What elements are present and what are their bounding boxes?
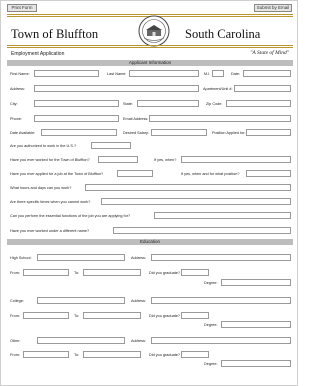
city-field[interactable] [34, 100, 119, 107]
motto: "A State of Mind" [250, 50, 289, 56]
hours-field[interactable] [85, 184, 291, 191]
high-school-address-field[interactable] [151, 254, 291, 261]
position-field[interactable] [246, 129, 291, 136]
state-title: South Carolina [185, 27, 261, 41]
date-available-label: Date Available: [10, 131, 36, 135]
date-available-field[interactable] [41, 129, 117, 136]
cannot-work-field[interactable] [101, 198, 291, 205]
cannot-work-label: Are there specific times when you cannot… [10, 200, 91, 204]
date-field[interactable] [243, 70, 291, 77]
zip-field[interactable] [226, 100, 291, 107]
high-school-graduate-label: Did you graduate? [149, 271, 181, 275]
desired-salary-field[interactable] [151, 129, 207, 136]
gold-rule-bottom-2 [7, 47, 293, 48]
apartment-label: Apartment/Unit #: [203, 87, 233, 91]
city-label: City: [10, 102, 18, 106]
date-label: Date: [231, 72, 241, 76]
applicant-section-header: Applicant Information [7, 60, 293, 66]
mi-label: M.I. [204, 72, 211, 76]
college-to-label: To: [74, 314, 80, 318]
college-degree-field[interactable] [221, 321, 291, 328]
other-name-label: Have you ever worked under a different n… [10, 229, 90, 233]
other-school-field[interactable] [37, 337, 125, 344]
college-degree-label: Degree: [204, 323, 218, 327]
other-school-label: Other: [10, 339, 21, 343]
other-to-label: To: [74, 353, 80, 357]
college-graduate-label: Did you graduate? [149, 314, 181, 318]
college-to-field[interactable] [83, 312, 141, 319]
other-degree-label: Degree: [204, 362, 218, 366]
high-school-from-field[interactable] [23, 269, 69, 276]
town-title: Town of Bluffton [11, 27, 99, 41]
applied-before-field[interactable] [117, 170, 153, 177]
college-from-label: From: [10, 314, 20, 318]
phone-label: Phone: [10, 117, 23, 121]
college-from-field[interactable] [23, 312, 69, 319]
other-graduate-field[interactable] [181, 351, 209, 358]
essential-field[interactable] [154, 212, 291, 219]
last-name-field[interactable] [129, 70, 199, 77]
high-school-graduate-field[interactable] [181, 269, 209, 276]
education-section-header: Education [7, 239, 293, 245]
high-school-from-label: From: [10, 271, 20, 275]
high-school-degree-field[interactable] [221, 279, 291, 286]
desired-salary-label: Desired Salary: [123, 131, 149, 135]
mi-field[interactable] [212, 70, 224, 77]
email-label: Email Address: [123, 117, 149, 121]
if-yes-position-label: If yes, when and for what position? [181, 172, 240, 176]
if-yes-position-field[interactable] [246, 170, 291, 177]
high-school-degree-label: Degree: [204, 281, 218, 285]
other-name-field[interactable] [113, 227, 291, 234]
apartment-field[interactable] [234, 85, 291, 92]
first-name-label: First Name: [10, 72, 30, 76]
other-from-field[interactable] [23, 351, 69, 358]
position-label: Position Applied for: [212, 131, 246, 135]
if-yes-when-label: If yes, when? [154, 158, 177, 162]
email-field[interactable] [149, 115, 291, 122]
college-address-field[interactable] [151, 297, 291, 304]
state-field[interactable] [137, 100, 199, 107]
other-degree-field[interactable] [221, 360, 291, 367]
phone-field[interactable] [34, 115, 119, 122]
first-name-field[interactable] [34, 70, 99, 77]
address-field[interactable] [34, 85, 199, 92]
form-subtitle: Employment Application [11, 51, 65, 57]
town-seal-icon [138, 15, 170, 47]
if-yes-when-field[interactable] [181, 156, 291, 163]
state-label: State: [123, 102, 133, 106]
gold-rule-bottom [7, 45, 293, 46]
application-page: Print Form Submit by Email Town of Bluff… [0, 0, 298, 386]
high-school-label: High School: [10, 256, 32, 260]
other-address-label: Address: [131, 339, 146, 343]
address-label: Address: [10, 87, 25, 91]
college-label: College: [10, 299, 24, 303]
other-graduate-label: Did you graduate? [149, 353, 181, 357]
high-school-address-label: Address: [131, 256, 146, 260]
applied-before-label: Have you ever applied for a job at the T… [10, 172, 104, 176]
worked-before-field[interactable] [98, 156, 138, 163]
college-field[interactable] [37, 297, 125, 304]
high-school-to-label: To: [74, 271, 80, 275]
college-address-label: Address: [131, 299, 146, 303]
essential-label: Can you perform the essential functions … [10, 214, 131, 218]
authorized-field[interactable] [91, 142, 131, 149]
worked-before-label: Have you ever worked for the Town of Blu… [10, 158, 90, 162]
zip-label: Zip Code: [206, 102, 223, 106]
high-school-to-field[interactable] [83, 269, 141, 276]
last-name-label: Last Name: [107, 72, 127, 76]
authorized-label: Are you authorized to work in the U.S.? [10, 144, 77, 148]
print-form-button[interactable]: Print Form [7, 4, 37, 12]
college-graduate-field[interactable] [181, 312, 209, 319]
high-school-field[interactable] [37, 254, 125, 261]
hours-label: What hours and days can you work? [10, 186, 72, 190]
other-to-field[interactable] [83, 351, 141, 358]
other-address-field[interactable] [151, 337, 291, 344]
submit-email-button[interactable]: Submit by Email [254, 4, 292, 12]
other-from-label: From: [10, 353, 20, 357]
